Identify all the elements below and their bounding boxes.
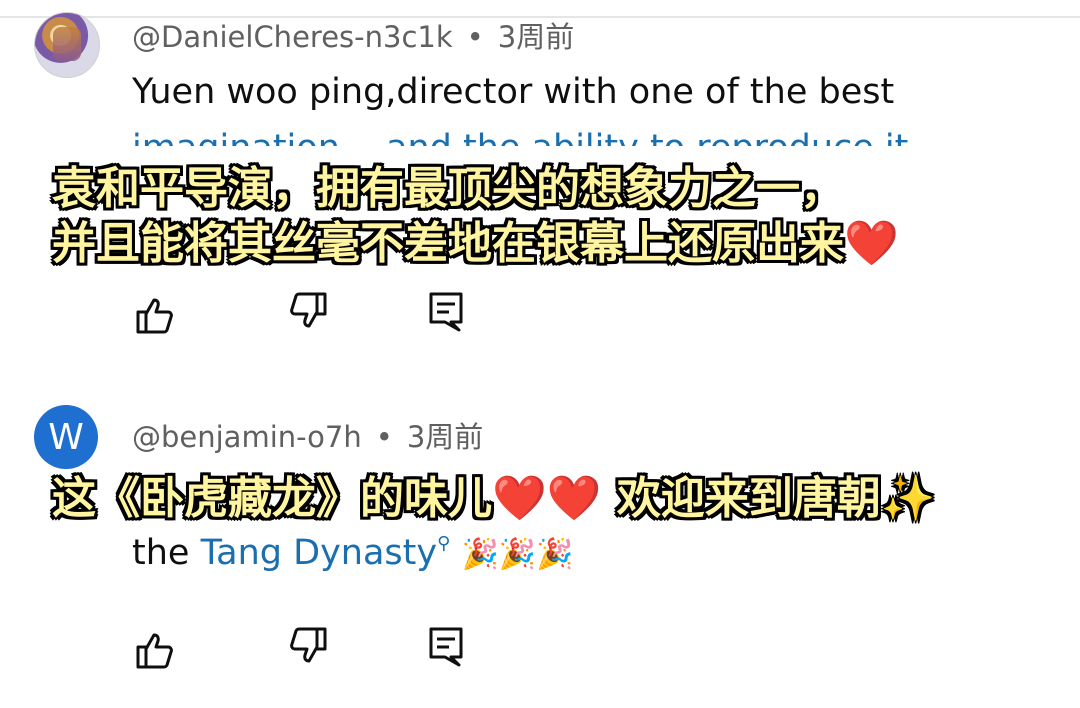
reply-comment-icon[interactable] <box>425 290 469 334</box>
search-icon: ⚲ <box>437 533 451 554</box>
comment-meta: @benjamin-o7h • 3周前 <box>132 414 483 456</box>
sparkle-emoji: ✨ <box>880 473 936 524</box>
author-name[interactable]: @benjamin-o7h <box>132 420 362 454</box>
overlay-text: 欢迎来到唐朝 <box>601 473 881 524</box>
comment-time: 3周前 <box>497 20 575 54</box>
comment-text: the Tang Dynasty⚲ 🎉🎉🎉 <box>132 533 574 573</box>
thumbs-up-icon[interactable] <box>132 627 176 671</box>
reply-comment-icon[interactable] <box>425 625 469 669</box>
subtitle-overlay-line2: 并且能将其丝毫不差地在银幕上还原出来❤️ <box>52 207 899 271</box>
thumbs-down-icon[interactable] <box>287 625 331 669</box>
comment-time: 3周前 <box>406 420 484 454</box>
avatar[interactable] <box>34 12 100 78</box>
thumbs-up-icon[interactable] <box>132 292 176 336</box>
avatar[interactable]: W <box>34 405 98 469</box>
comment-text-part: the <box>132 533 201 573</box>
author-name[interactable]: @DanielCheres-n3c1k <box>132 20 453 54</box>
subtitle-overlay-line3: 这《卧虎藏龙》的味儿❤️❤️ 欢迎来到唐朝✨ <box>52 462 936 526</box>
avatar-letter: W <box>48 417 84 458</box>
heart-emoji: ❤️ <box>844 218 899 269</box>
party-popper-emojis: 🎉🎉🎉 <box>461 537 574 572</box>
separator-dot: • <box>466 20 484 54</box>
separator-dot: • <box>375 420 393 454</box>
thumbs-down-icon[interactable] <box>287 290 331 334</box>
heart-emoji: ❤️ <box>546 473 602 524</box>
comment-text-cut: imagination… and the ability to reproduc… <box>132 128 908 146</box>
search-link[interactable]: Tang Dynasty <box>201 533 438 573</box>
comment-text: Yuen woo ping,director with one of the b… <box>132 72 895 112</box>
overlay-text: 这《卧虎藏龙》的味儿 <box>52 473 492 524</box>
heart-emoji: ❤️ <box>492 473 547 524</box>
overlay-text: 并且能将其丝毫不差地在银幕上还原出来 <box>52 218 844 269</box>
comment-meta: @DanielCheres-n3c1k • 3周前 <box>132 14 574 56</box>
